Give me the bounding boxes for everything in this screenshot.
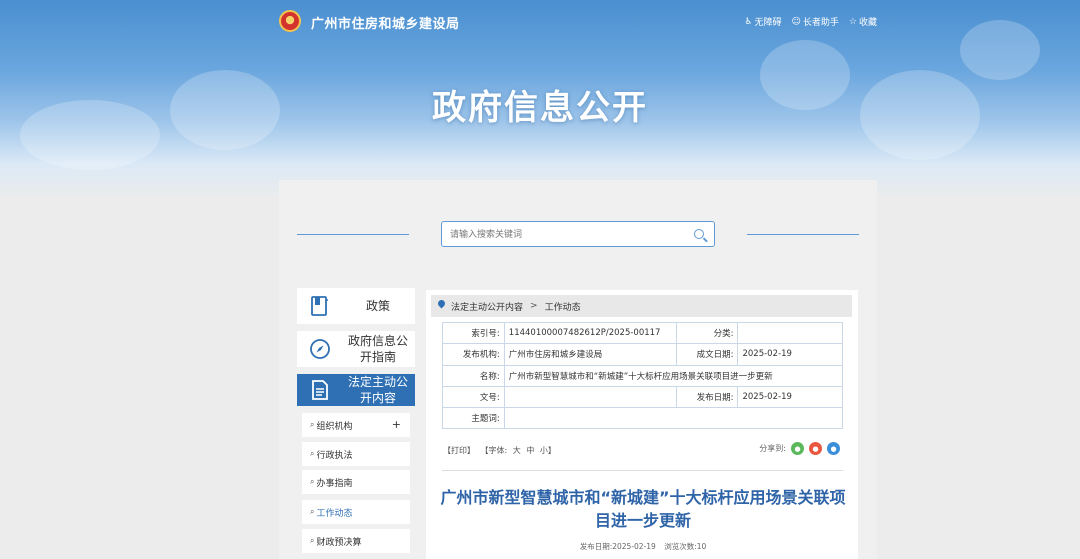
elder-assist-link[interactable]: ☺ 长者助手	[791, 15, 839, 29]
article-meta: 发布日期:2025-02-19 浏览次数:10	[436, 541, 850, 552]
hero-title: 政府信息公开	[432, 88, 648, 128]
font-large-button[interactable]: 大	[513, 446, 521, 455]
search-icon[interactable]	[694, 229, 704, 239]
divider	[442, 470, 843, 471]
compass-icon	[310, 339, 330, 359]
sidebar-item-label: 政府信息公开指南	[347, 334, 408, 364]
search-box	[441, 221, 715, 247]
meta-value: 广州市住房和城乡建设局	[503, 343, 677, 366]
sidebar-item-statutory[interactable]: 法定主动公开内容	[297, 374, 415, 406]
publish-date: 发布日期:2025-02-19	[579, 542, 656, 551]
top-bar: 广州市住房和城乡建设局 ♿ 无障碍 ☺ 长者助手 ☆ 收藏	[0, 0, 1080, 44]
meta-value	[737, 321, 843, 345]
sidebar-subitem-work-news[interactable]: ⌕ 工作动态	[302, 500, 410, 524]
sidebar-item-guide[interactable]: 政府信息公开指南	[297, 331, 415, 367]
print-button[interactable]: 【打印】	[443, 446, 475, 455]
article-title: 广州市新型智慧城市和“新城建”十大标杆应用场景关联项目进一步更新	[440, 488, 846, 530]
article-tools: 【打印】 【字体: 大 中 小】	[443, 445, 559, 456]
search-input[interactable]	[442, 223, 682, 247]
star-icon: ☆	[848, 16, 857, 27]
meta-value	[503, 407, 844, 430]
accessibility-icon: ♿	[744, 16, 753, 27]
search-divider-right	[747, 234, 859, 235]
share-label: 分享到:	[759, 444, 786, 453]
sidebar-subitem-organization[interactable]: ⌕ 组织机构 +	[302, 413, 410, 437]
expand-icon[interactable]: +	[392, 418, 401, 431]
breadcrumb-item[interactable]: 工作动态	[545, 300, 581, 313]
breadcrumb-separator: >	[530, 301, 538, 311]
meta-key: 分类:	[675, 321, 739, 345]
breadcrumb: 法定主动公开内容 > 工作动态	[431, 295, 852, 317]
meta-value: 广州市新型智慧城市和“新城建”十大标杆应用场景关联项目进一步更新	[503, 364, 844, 387]
qzone-share-icon[interactable]: ●	[827, 442, 840, 455]
meta-value: 2025-02-19	[737, 385, 843, 409]
wechat-share-icon[interactable]: ●	[791, 442, 804, 455]
site-title[interactable]: 广州市住房和城乡建设局	[311, 13, 460, 32]
weibo-share-icon[interactable]: ●	[809, 442, 822, 455]
table-row: 主题词:	[442, 407, 844, 430]
view-count: 浏览次数:10	[664, 542, 707, 551]
meta-key: 发布机构:	[442, 343, 505, 366]
attachment-icon: ⌕	[310, 507, 315, 516]
font-medium-button[interactable]: 中	[526, 446, 534, 455]
accessibility-link[interactable]: ♿ 无障碍	[744, 15, 781, 29]
attachment-icon: ⌕	[310, 477, 315, 486]
sidebar-item-label: 法定主动公开内容	[347, 375, 408, 405]
font-small-button[interactable]: 小】	[540, 446, 556, 455]
breadcrumb-item[interactable]: 法定主动公开内容	[451, 300, 523, 313]
meta-value: 11440100007482612P/2025-00117	[503, 321, 677, 345]
meta-key: 发布日期:	[675, 385, 739, 409]
elder-assist-icon: ☺	[791, 16, 801, 27]
attachment-icon: ⌕	[310, 449, 315, 458]
national-emblem-icon	[279, 10, 301, 32]
meta-key: 成文日期:	[675, 343, 739, 366]
font-size-label: 【字体:	[480, 446, 508, 455]
sidebar-subitem-enforcement[interactable]: ⌕ 行政执法	[302, 442, 410, 466]
location-pin-icon	[436, 298, 447, 309]
share-bar: 分享到: ● ● ●	[759, 442, 840, 455]
meta-key: 主题词:	[442, 407, 505, 430]
meta-value	[503, 385, 677, 409]
attachment-icon: ⌕	[310, 536, 315, 545]
meta-key: 文号:	[442, 385, 505, 409]
attachment-icon: ⌕	[310, 420, 315, 429]
document-meta-table: 索引号: 11440100007482612P/2025-00117 分类: 发…	[442, 321, 844, 430]
sidebar-subitem-budget[interactable]: ⌕ 财政预决算	[302, 529, 410, 553]
favorite-link[interactable]: ☆ 收藏	[848, 15, 877, 29]
meta-key: 名称:	[442, 364, 505, 387]
meta-key: 索引号:	[442, 321, 505, 345]
table-row: 文号: 发布日期: 2025-02-19	[442, 385, 843, 409]
document-icon	[312, 380, 328, 400]
sidebar-item-policy[interactable]: 政策	[297, 288, 415, 324]
search-divider-left	[297, 234, 409, 235]
table-row: 名称: 广州市新型智慧城市和“新城建”十大标杆应用场景关联项目进一步更新	[442, 364, 844, 387]
sidebar-subitem-guide[interactable]: ⌕ 办事指南	[302, 470, 410, 494]
top-links: ♿ 无障碍 ☺ 长者助手 ☆ 收藏	[744, 15, 877, 29]
table-row: 索引号: 11440100007482612P/2025-00117 分类:	[442, 321, 843, 345]
meta-value: 2025-02-19	[737, 343, 843, 366]
table-row: 发布机构: 广州市住房和城乡建设局 成文日期: 2025-02-19	[442, 343, 843, 366]
book-icon	[311, 296, 328, 316]
sidebar-item-label: 政策	[365, 299, 390, 313]
